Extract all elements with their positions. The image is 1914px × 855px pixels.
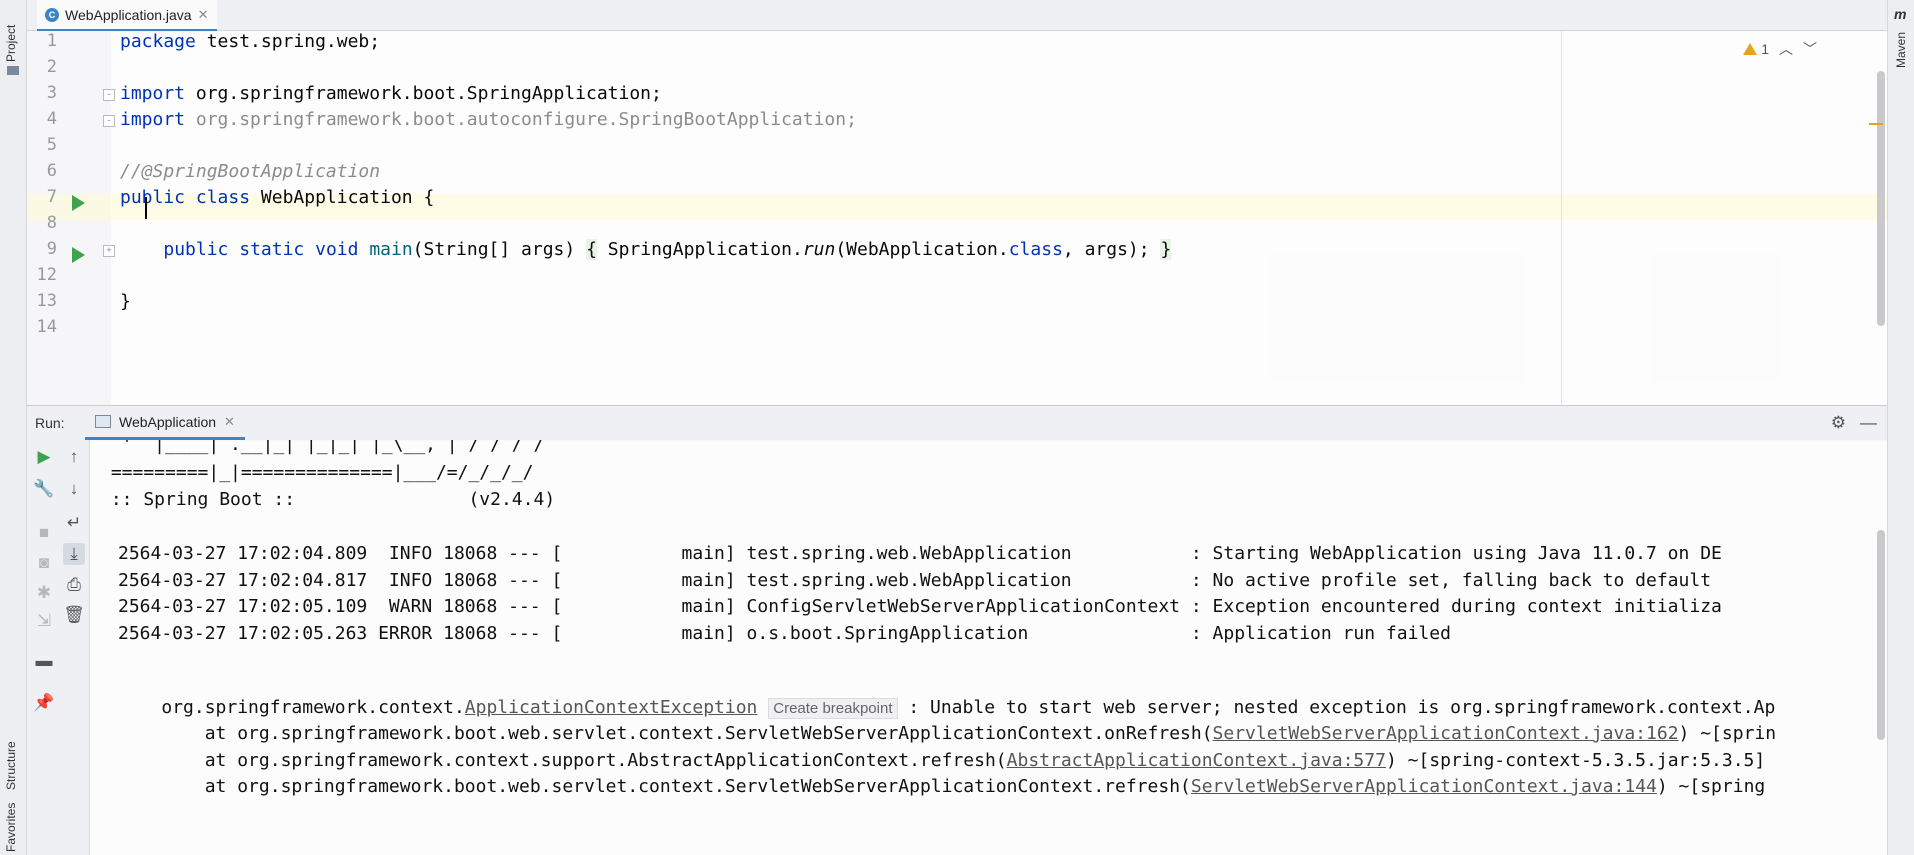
layout-icon[interactable]: ▬ (33, 650, 55, 672)
stack-frame-jar: ) ~[spring (1656, 776, 1766, 797)
line-number: 13 (36, 291, 57, 311)
line-number: 4 (46, 109, 57, 129)
tab-run-webapplication[interactable]: WebApplication ✕ (85, 406, 245, 440)
line-number: 9 (46, 239, 57, 259)
run-tab-label: WebApplication (119, 413, 217, 430)
warning-marker[interactable] (1869, 123, 1883, 125)
print-icon[interactable]: ⎙ (63, 574, 85, 596)
fold-icon[interactable]: - (103, 89, 115, 101)
editor-scrollbar[interactable] (1877, 71, 1885, 326)
log-line: 2564-03-27 17:02:05.263 ERROR 18068 --- … (118, 623, 1451, 644)
log-line: 2564-03-27 17:02:04.817 INFO 18068 --- [… (118, 570, 1712, 591)
code-line: public static void main(String[] args) {… (163, 239, 1172, 260)
fold-icon[interactable]: + (103, 245, 115, 257)
pin-icon[interactable]: 📌 (33, 692, 55, 714)
console-line: :: Spring Boot :: (v2.4.4) (100, 489, 556, 510)
chevron-up-icon[interactable]: ︿ (1779, 39, 1793, 59)
maven-icon: m (1894, 6, 1907, 22)
run-main-icon[interactable] (72, 247, 85, 263)
source-link[interactable]: ServletWebServerApplicationContext.java:… (1191, 776, 1657, 797)
chevron-down-icon[interactable]: ﹀ (1803, 39, 1817, 59)
right-margin-guide (1561, 31, 1562, 405)
project-tool-button[interactable]: Project (4, 25, 18, 62)
line-number: 6 (46, 161, 57, 181)
code-line: import org.springframework.boot.autoconf… (120, 109, 857, 130)
code-line: } (120, 291, 131, 312)
maven-tool-button[interactable]: Maven (1894, 32, 1908, 68)
stack-frame: at org.springframework.boot.web.servlet.… (118, 755, 1766, 818)
code-line: public class WebApplication { (120, 187, 435, 208)
warning-count: 1 (1761, 41, 1769, 57)
gear-icon[interactable]: ⚙ (1831, 413, 1846, 433)
close-icon[interactable]: ✕ (224, 414, 235, 430)
debug-icon[interactable]: ✱ (33, 582, 55, 604)
scroll-to-end-icon[interactable]: ⤓ (63, 543, 85, 565)
right-tool-strip: m Maven (1887, 0, 1914, 855)
line-number: 2 (46, 57, 57, 77)
favorites-tool-button[interactable]: Favorites (4, 803, 18, 852)
run-class-icon[interactable] (72, 195, 85, 211)
folder-icon (7, 66, 19, 75)
left-tool-strip: Project Structure Favorites (0, 0, 27, 855)
arrow-up-icon[interactable]: ↑ (63, 446, 85, 468)
log-line: 2564-03-27 17:02:05.109 WARN 18068 --- [… (118, 596, 1722, 617)
soft-wrap-icon[interactable]: ↵ (63, 512, 85, 534)
java-class-icon: C (45, 7, 59, 22)
run-panel-header: Run: WebApplication ✕ ⚙ — (27, 405, 1887, 441)
trash-icon[interactable]: 🗑 (63, 604, 85, 626)
log-line: 2564-03-27 17:02:04.809 INFO 18068 --- [… (118, 543, 1722, 564)
console-line: ' |____| .__|_| |_|_| |_\__, | / / / / (100, 440, 545, 455)
exit-icon[interactable]: ⇲ (33, 610, 55, 632)
line-number: 1 (46, 31, 57, 51)
tab-webapplication-java[interactable]: C WebApplication.java ✕ (37, 0, 217, 32)
code-editor[interactable]: 1 ︿ ﹀ 1 2 3 4 5 6 7 8 9 12 13 14 - - + p… (27, 31, 1887, 405)
camera-icon[interactable]: ◙ (33, 552, 55, 574)
line-number: 7 (46, 187, 57, 207)
line-number: 3 (46, 83, 57, 103)
text-caret (145, 197, 147, 219)
structure-tool-button[interactable]: Structure (4, 741, 18, 790)
stop-icon[interactable]: ■ (33, 522, 55, 544)
close-icon[interactable]: ✕ (198, 7, 209, 23)
code-line: //@SpringBootApplication (120, 161, 381, 182)
inspection-widget[interactable]: 1 ︿ ﹀ (1743, 39, 1817, 59)
code-line: package test.spring.web; (120, 31, 381, 52)
console-output[interactable]: ' |____| .__|_| |_|_| |_\__, | / / / / =… (90, 440, 1887, 855)
console-icon (95, 415, 111, 428)
line-number: 14 (36, 317, 57, 337)
rerun-icon[interactable]: ▶ (33, 446, 55, 468)
run-toolbar: ▶ 🔧 ■ ◙ ✱ ⇲ ▬ 📌 ↑ ↓ ↵ ⤓ ⎙ 🗑 (27, 440, 90, 855)
warning-icon (1743, 43, 1758, 55)
arrow-down-icon[interactable]: ↓ (63, 478, 85, 500)
console-scrollbar[interactable] (1877, 530, 1885, 740)
minimize-icon[interactable]: — (1860, 413, 1877, 433)
console-line: =========|_|==============|___/=/_/_/_/ (100, 462, 534, 483)
line-number: 5 (46, 135, 57, 155)
line-number: 12 (36, 265, 57, 285)
code-line: import org.springframework.boot.SpringAp… (120, 83, 662, 104)
run-label: Run: (35, 415, 65, 431)
wrench-icon[interactable]: 🔧 (33, 478, 55, 500)
line-number: 8 (46, 213, 57, 233)
tab-label: WebApplication.java (65, 6, 192, 23)
editor-tab-bar: C WebApplication.java ✕ (27, 0, 1887, 32)
fold-icon[interactable]: - (103, 115, 115, 127)
stack-frame-method: at org.springframework.boot.web.servlet.… (161, 776, 1191, 797)
